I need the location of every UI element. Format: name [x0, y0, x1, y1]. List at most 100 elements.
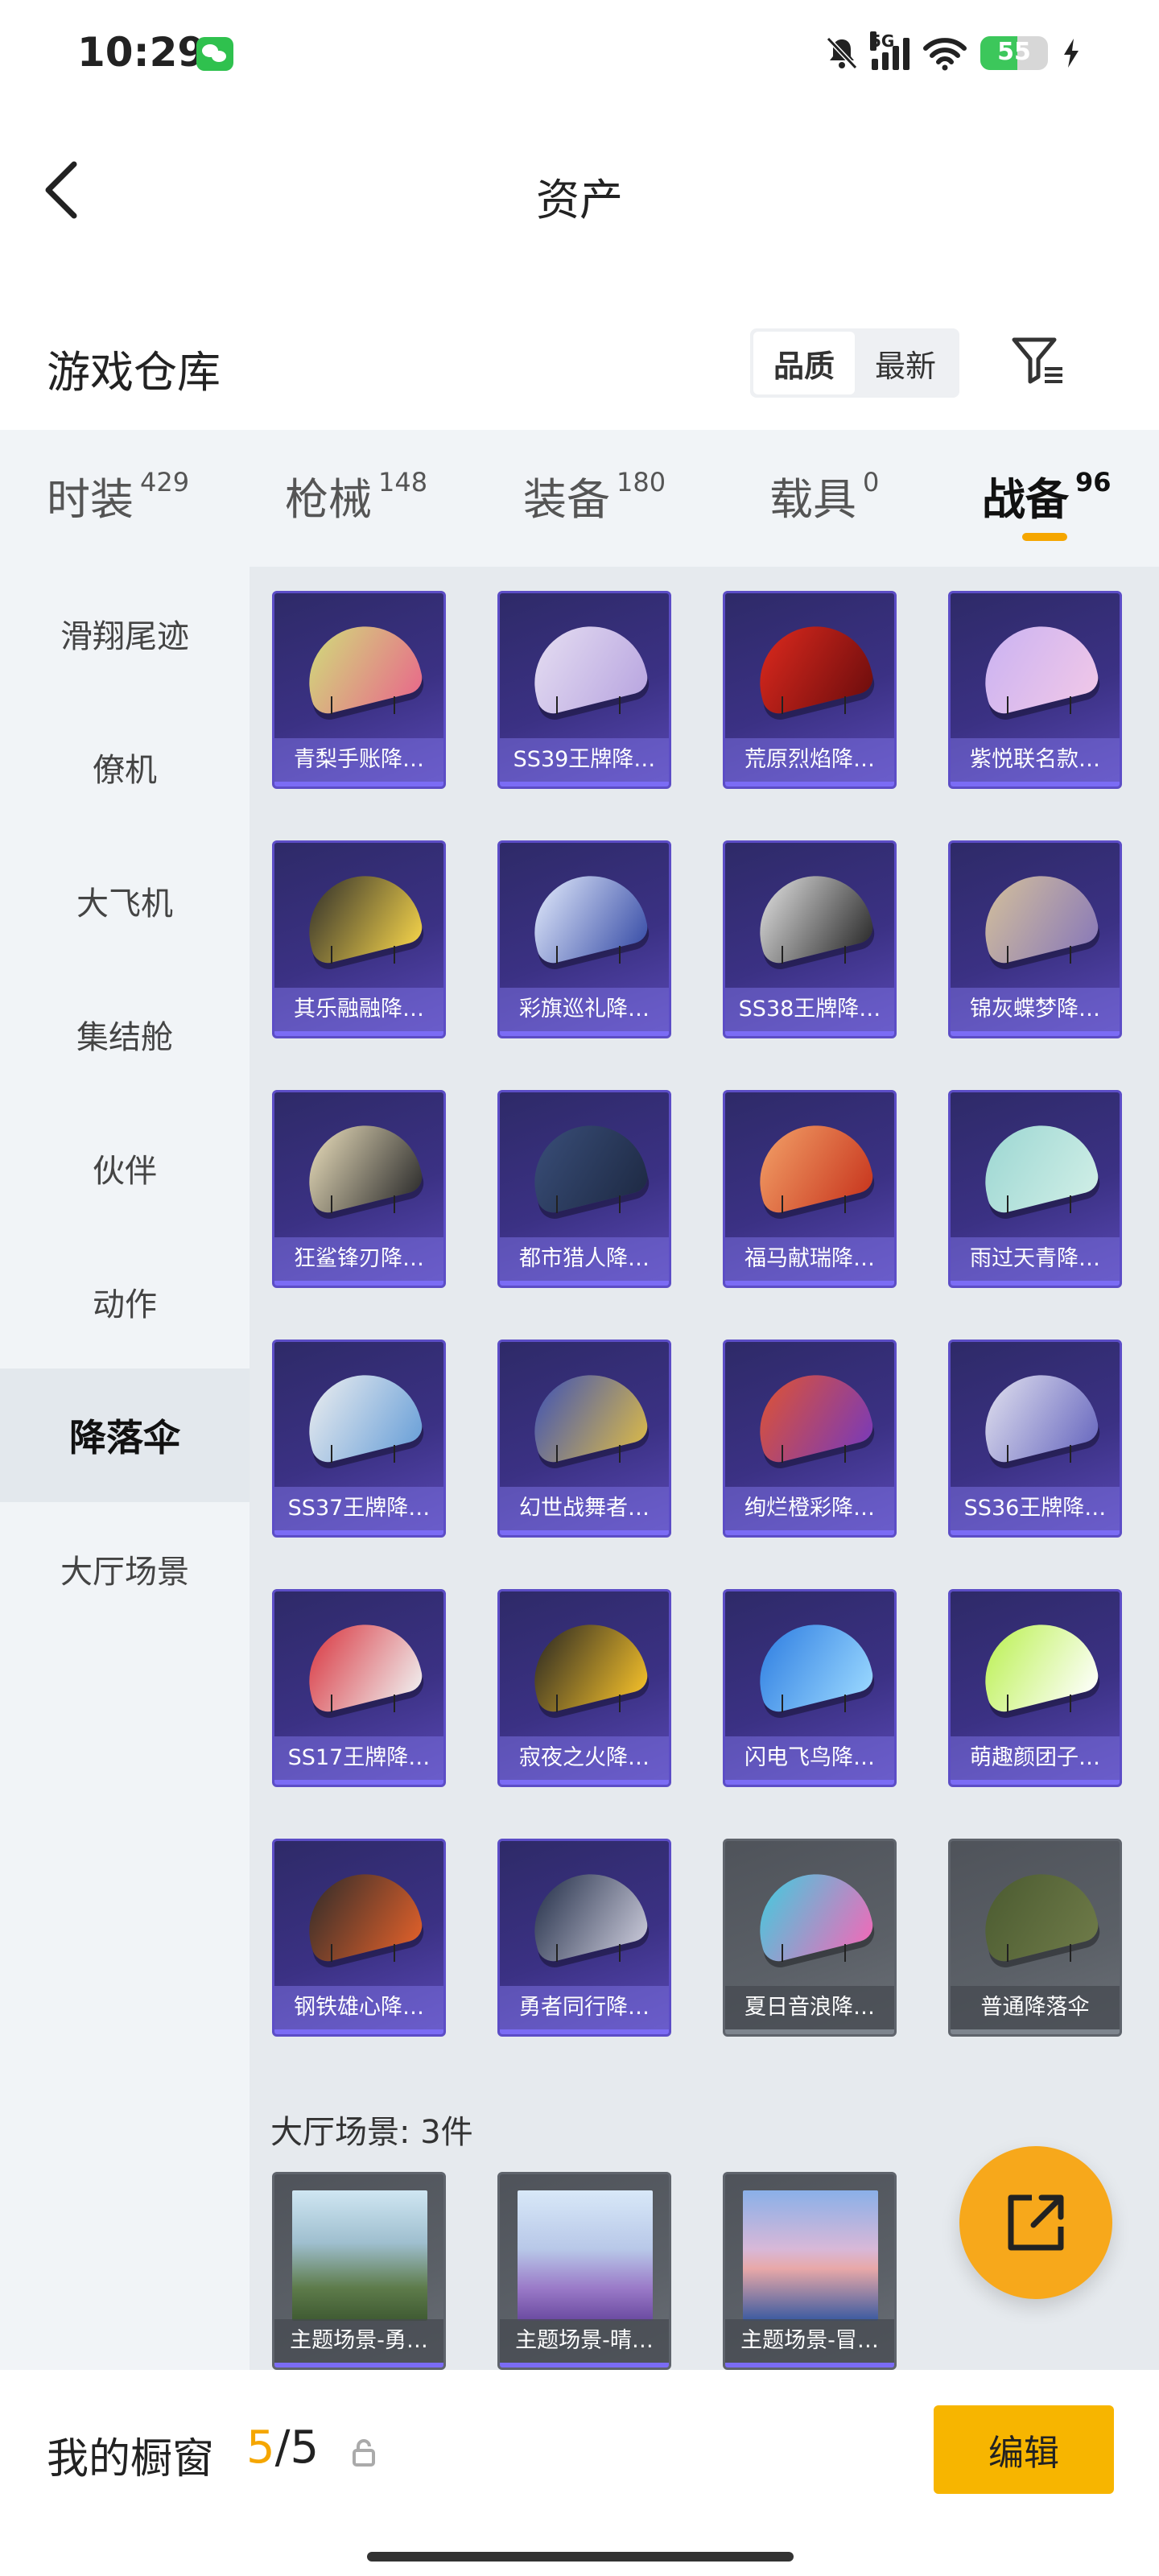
parachute-lines	[556, 1944, 621, 1962]
sidebar-item-glide-trail[interactable]: 滑翔尾迹	[0, 567, 250, 700]
tab-equipment[interactable]: 装备 180	[523, 464, 666, 527]
sidebar-item-airplane[interactable]: 大飞机	[0, 834, 250, 968]
parachute-card[interactable]: SS17王牌降…	[272, 1589, 446, 1787]
quality-bar	[725, 2363, 894, 2368]
subcategory-sidebar: 滑翔尾迹 僚机 大飞机 集结舱 伙伴 动作 降落伞 大厅场景	[0, 567, 250, 2370]
parachute-lines	[556, 1695, 621, 1712]
parachute-card[interactable]: SS39王牌降…	[497, 591, 671, 789]
quality-bar	[500, 1780, 669, 1785]
quality-bar	[725, 1281, 894, 1286]
edit-button[interactable]: 编辑	[934, 2405, 1114, 2494]
tab-vehicles[interactable]: 载具 0	[769, 464, 879, 527]
parachute-card[interactable]: 青梨手账降…	[272, 591, 446, 789]
tab-count: 429	[140, 467, 190, 497]
parachute-card[interactable]: 夏日音浪降…	[723, 1839, 897, 2037]
parachute-name: 闪电飞鸟降…	[725, 1736, 894, 1780]
parachute-card[interactable]: 寂夜之火降…	[497, 1589, 671, 1787]
battery-level: 55	[997, 38, 1031, 66]
parachute-card[interactable]: 锦灰蝶梦降…	[948, 840, 1122, 1038]
tab-count: 96	[1075, 467, 1112, 497]
parachute-card[interactable]: SS38王牌降…	[723, 840, 897, 1038]
parachute-card[interactable]: 狂鲨锋刃降…	[272, 1090, 446, 1288]
sidebar-item-partner[interactable]: 伙伴	[0, 1101, 250, 1235]
parachute-name: 狂鲨锋刃降…	[274, 1237, 443, 1281]
battery-icon: 55	[980, 36, 1048, 70]
sidebar-item-wingman[interactable]: 僚机	[0, 700, 250, 834]
parachute-card[interactable]: 绚烂橙彩降…	[723, 1340, 897, 1538]
quality-bar	[274, 2363, 443, 2368]
quality-bar	[951, 782, 1120, 786]
parachute-name: 荒原烈焰降…	[725, 738, 894, 782]
sidebar-item-lobby-scene[interactable]: 大厅场景	[0, 1502, 250, 1636]
parachute-card[interactable]: 紫悦联名款…	[948, 591, 1122, 789]
quality-bar	[951, 1031, 1120, 1036]
tab-fashion[interactable]: 时装 429	[47, 464, 189, 527]
parachute-lines	[556, 1445, 621, 1463]
parachute-card[interactable]: 勇者同行降…	[497, 1839, 671, 2037]
parachute-card[interactable]: 都市猎人降…	[497, 1090, 671, 1288]
sidebar-item-assembly-pod[interactable]: 集结舱	[0, 968, 250, 1101]
sidebar-item-emote[interactable]: 动作	[0, 1235, 250, 1368]
quality-bar	[274, 1780, 443, 1785]
network-type: 5G	[870, 31, 895, 51]
quality-bar	[725, 1780, 894, 1785]
quality-bar	[500, 1031, 669, 1036]
parachute-name: 钢铁雄心降…	[274, 1986, 443, 2029]
mute-bell-icon	[825, 35, 859, 71]
parachute-name: SS37王牌降…	[274, 1487, 443, 1530]
showcase-total: 5	[290, 2421, 320, 2474]
lobby-scene-card[interactable]: 主题场景-冒…	[723, 2172, 897, 2370]
parachute-card[interactable]: 其乐融融降…	[272, 840, 446, 1038]
showcase-bar: 我的橱窗 5/5 编辑	[0, 2370, 1159, 2576]
lobby-scenes-heading: 大厅场景: 3件	[270, 2114, 473, 2151]
parachute-card[interactable]: 雨过天青降…	[948, 1090, 1122, 1288]
parachute-card[interactable]: 幻世战舞者…	[497, 1340, 671, 1538]
parachute-card[interactable]: 萌趣颜团子…	[948, 1589, 1122, 1787]
tab-count: 0	[863, 467, 880, 497]
parachute-card[interactable]: 普通降落伞	[948, 1839, 1122, 2037]
parachute-card[interactable]: 福马献瑞降…	[723, 1090, 897, 1288]
home-indicator[interactable]	[367, 2552, 794, 2562]
lock-icon	[351, 2438, 377, 2468]
quality-bar	[500, 1281, 669, 1286]
sidebar-item-parachute[interactable]: 降落伞	[0, 1368, 250, 1502]
tab-battle-gear[interactable]: 战备 96	[982, 464, 1112, 527]
parachute-lines	[556, 946, 621, 964]
system-icons: 5G 55	[825, 31, 1082, 76]
parachute-card[interactable]: 钢铁雄心降…	[272, 1839, 446, 2037]
quality-bar	[274, 2029, 443, 2034]
sort-quality-button[interactable]: 品质	[753, 332, 855, 394]
category-tabs: 时装 429 枪械 148 装备 180 载具 0 战备 96	[0, 430, 1159, 567]
parachute-lines	[1007, 946, 1071, 964]
tab-label: 枪械	[285, 474, 372, 525]
parachute-card[interactable]: SS37王牌降…	[272, 1340, 446, 1538]
parachute-name: 锦灰蝶梦降…	[951, 988, 1120, 1031]
active-tab-indicator	[1022, 533, 1067, 541]
quality-bar	[951, 1281, 1120, 1286]
parachute-name: SS38王牌降…	[725, 988, 894, 1031]
tab-label: 时装	[47, 474, 134, 525]
share-fab-button[interactable]	[959, 2146, 1112, 2299]
parachute-name: 紫悦联名款…	[951, 738, 1120, 782]
sort-newest-button[interactable]: 最新	[855, 332, 956, 394]
parachute-name: 其乐融融降…	[274, 988, 443, 1031]
showcase-separator: /	[274, 2421, 291, 2474]
lobby-scene-card[interactable]: 主题场景-勇…	[272, 2172, 446, 2370]
parachute-card[interactable]: SS36王牌降…	[948, 1340, 1122, 1538]
parachute-name: 萌趣颜团子…	[951, 1736, 1120, 1780]
parachute-name: 都市猎人降…	[500, 1237, 669, 1281]
parachute-lines	[331, 696, 395, 714]
parachute-card[interactable]: 闪电飞鸟降…	[723, 1589, 897, 1787]
parachute-name: SS39王牌降…	[500, 738, 669, 782]
filter-icon[interactable]	[1009, 332, 1067, 390]
quality-bar	[274, 1281, 443, 1286]
parachute-card[interactable]: 荒原烈焰降…	[723, 591, 897, 789]
quality-bar	[274, 1031, 443, 1036]
parachute-name: 幻世战舞者…	[500, 1487, 669, 1530]
parachute-lines	[331, 1195, 395, 1213]
tab-firearms[interactable]: 枪械 148	[285, 464, 427, 527]
parachute-lines	[782, 1445, 846, 1463]
quality-bar	[500, 2029, 669, 2034]
lobby-scene-card[interactable]: 主题场景-晴…	[497, 2172, 671, 2370]
parachute-card[interactable]: 彩旗巡礼降…	[497, 840, 671, 1038]
